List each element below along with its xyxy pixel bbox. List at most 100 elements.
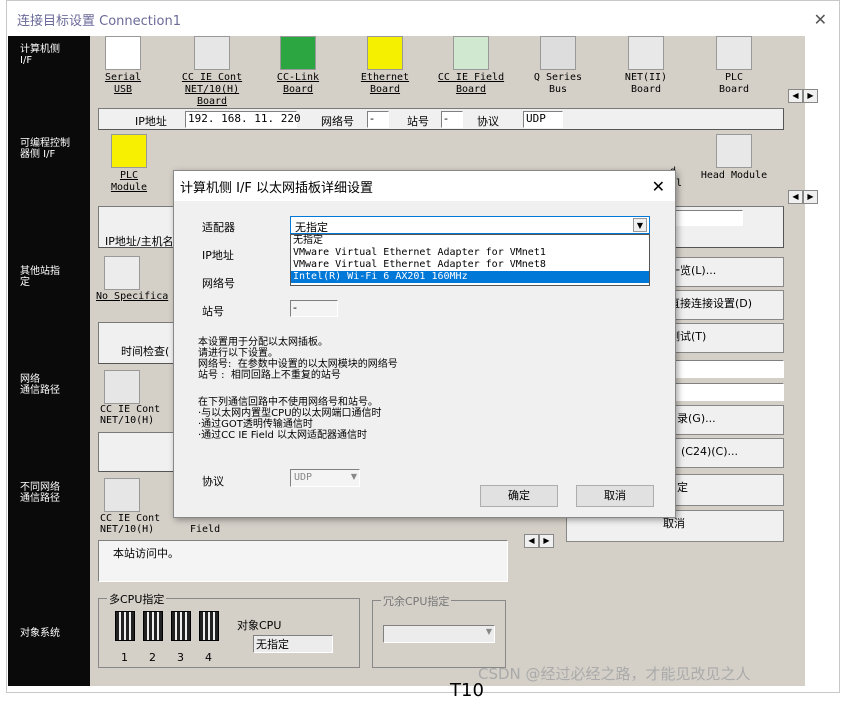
protocol-value: UDP xyxy=(523,111,563,128)
scroll-left-icon[interactable]: ◀ xyxy=(788,89,803,103)
target-cpu-value: 无指定 xyxy=(253,635,333,653)
dialog-protocol-label: 协议 xyxy=(202,475,224,488)
chevron-down-icon: ▼ xyxy=(485,627,492,636)
watermark: CSDN @经过必经之路，才能见改见之人 xyxy=(478,665,751,683)
net-label: 网络号 xyxy=(321,115,354,128)
network-field-label: Field xyxy=(190,524,221,535)
dialog-station-field[interactable]: - xyxy=(290,300,338,317)
adapter-dropdown-list: 无指定 VMware Virtual Ethernet Adapter for … xyxy=(290,234,650,286)
serial-usb-icon xyxy=(105,36,141,70)
dialog-info-2: 在下列通信回路中不使用网络号和站号。 ·与以太网内置型CPU的以太网端口通信时 … xyxy=(198,397,382,441)
adapter-option-1[interactable]: 无指定 xyxy=(291,235,649,247)
card-head-module[interactable]: Head Module xyxy=(694,134,774,182)
card-plc-module[interactable]: PLC Module xyxy=(104,134,154,194)
cpu-num-3: 3 xyxy=(177,651,184,664)
scroll-left-icon-3[interactable]: ◀ xyxy=(524,534,539,548)
status-box: 本站访问中。 xyxy=(98,540,508,582)
adapter-option-3[interactable]: VMware Virtual Ethernet Adapter for VMne… xyxy=(291,259,649,271)
net-value: - xyxy=(367,111,389,128)
scroll-right-icon-2[interactable]: ▶ xyxy=(803,190,818,204)
redundant-legend: 冗余CPU指定 xyxy=(381,593,452,609)
label-plc-side: 可编程控制 器侧 I/F xyxy=(20,138,70,160)
window-title: 连接目标设置 Connection1 xyxy=(17,13,181,29)
multi-cpu-group: 多CPU指定 1 2 3 4 对象CPU 无指定 xyxy=(98,591,360,668)
chevron-down-icon-dialog[interactable]: ▼ xyxy=(633,218,647,232)
plc-board-icon xyxy=(716,36,752,70)
dialog-ok-button[interactable]: 确定 xyxy=(480,485,558,507)
pc-ip-row: IP地址 192. 168. 11. 220 网络号 - 站号 - 协议 UDP xyxy=(98,108,784,130)
cpu-4-icon[interactable] xyxy=(199,611,219,641)
ethernet-detail-dialog: 计算机侧 I/F 以太网插板详细设置 ✕ 适配器 无指定 ▼ 无指定 VMwar… xyxy=(173,170,676,518)
card-ethernet-board[interactable]: Ethernet Board xyxy=(352,36,418,96)
ip-value: 192. 168. 11. 220 xyxy=(185,111,301,128)
network-route-box xyxy=(98,432,176,472)
cpu-num-2: 2 xyxy=(149,651,156,664)
plc-ip-field[interactable] xyxy=(665,210,743,226)
label-network-route: 网络 通信路径 xyxy=(20,374,60,396)
dialog-station-label: 站号 xyxy=(202,305,224,318)
q-series-bus-icon xyxy=(540,36,576,70)
cpu-1-icon[interactable] xyxy=(115,611,135,641)
card-serial-usb[interactable]: Serial USB xyxy=(98,36,148,96)
plc-module-icon xyxy=(111,134,147,168)
station-value: - xyxy=(441,111,463,128)
cpu-num-1: 1 xyxy=(121,651,128,664)
network-card-1[interactable]: CC IE Cont NET/10(H) xyxy=(100,404,160,426)
protocol-chevron-icon: ▼ xyxy=(350,472,357,481)
dialog-ip-label: IP地址 xyxy=(202,249,234,262)
close-icon[interactable]: ✕ xyxy=(814,10,827,29)
target-cpu-label: 对象CPU xyxy=(237,619,282,632)
dialog-close-icon[interactable]: ✕ xyxy=(652,177,665,196)
ip-host-label: IP地址/主机名 xyxy=(105,235,174,248)
station-label: 站号 xyxy=(407,115,429,128)
protocol-label: 协议 xyxy=(477,115,499,128)
label-target-system: 对象系统 xyxy=(20,628,60,639)
dialog-titlebar: 计算机侧 I/F 以太网插板详细设置 ✕ xyxy=(174,171,675,201)
cc-link-icon xyxy=(280,36,316,70)
dialog-protocol-select[interactable]: UDP ▼ xyxy=(290,469,360,487)
cpu-3-icon[interactable] xyxy=(171,611,191,641)
diff-network-icon[interactable] xyxy=(104,478,140,512)
status-text: 本站访问中。 xyxy=(113,547,179,560)
dialog-title: 计算机侧 I/F 以太网插板详细设置 xyxy=(180,180,373,196)
card-cc-ie-field[interactable]: CC IE Field Board xyxy=(432,36,510,96)
cc-ie-field-icon xyxy=(453,36,489,70)
adapter-label: 适配器 xyxy=(202,221,235,234)
time-check-box: 时间检查( xyxy=(98,322,176,364)
no-spec-icon[interactable] xyxy=(104,256,140,290)
dialog-cancel-button[interactable]: 取消 xyxy=(576,485,654,507)
right-field-2 xyxy=(674,383,784,401)
card-q-series-bus[interactable]: Q Series Bus xyxy=(528,36,588,96)
adapter-select[interactable]: 无指定 ▼ xyxy=(290,216,650,234)
network-route-icon[interactable] xyxy=(104,370,140,404)
adapter-option-2[interactable]: VMware Virtual Ethernet Adapter for VMne… xyxy=(291,247,649,259)
left-category-bar: 计算机侧 I/F 可编程控制 器侧 I/F 其他站指 定 网络 通信路径 不同网… xyxy=(8,36,90,686)
ethernet-board-icon xyxy=(367,36,403,70)
dialog-net-label: 网络号 xyxy=(202,277,235,290)
card-cc-link[interactable]: CC-Link Board xyxy=(268,36,328,96)
net-board-icon xyxy=(628,36,664,70)
no-spec-link[interactable]: No Specifica xyxy=(96,291,168,302)
head-module-icon xyxy=(716,134,752,168)
label-diff-network: 不同网络 通信路径 xyxy=(20,482,60,504)
card-cc-ie-cont[interactable]: CC IE Cont NET/10(H) Board xyxy=(176,36,248,108)
cpu-num-4: 4 xyxy=(205,651,212,664)
adapter-option-4[interactable]: Intel(R) Wi-Fi 6 AX201 160MHz xyxy=(291,271,649,283)
card-plc-board[interactable]: PLC Board xyxy=(704,36,764,96)
bottom-partial-text: T10 xyxy=(450,680,484,701)
cpu-2-icon[interactable] xyxy=(143,611,163,641)
redundant-select[interactable]: ▼ xyxy=(383,625,495,643)
cc-ie-cont-icon xyxy=(194,36,230,70)
dialog-info-1: 本设置用于分配以太网插板。 请进行以下设置。 网络号: 在参数中设置的以太网模块… xyxy=(198,337,398,381)
card-net-board[interactable]: NET(II) Board xyxy=(616,36,676,96)
scroll-left-icon-2[interactable]: ◀ xyxy=(788,190,803,204)
scroll-right-icon-3[interactable]: ▶ xyxy=(539,534,554,548)
scroll-right-icon[interactable]: ▶ xyxy=(803,89,818,103)
label-other-station: 其他站指 定 xyxy=(20,266,60,288)
multi-cpu-legend: 多CPU指定 xyxy=(107,591,167,607)
label-pc-side: 计算机侧 I/F xyxy=(20,44,60,66)
ip-label: IP地址 xyxy=(135,115,167,128)
network-card-2[interactable]: CC IE Cont NET/10(H) xyxy=(100,513,160,535)
right-field-1 xyxy=(674,360,784,378)
redundant-cpu-group: 冗余CPU指定 ▼ xyxy=(372,593,506,668)
